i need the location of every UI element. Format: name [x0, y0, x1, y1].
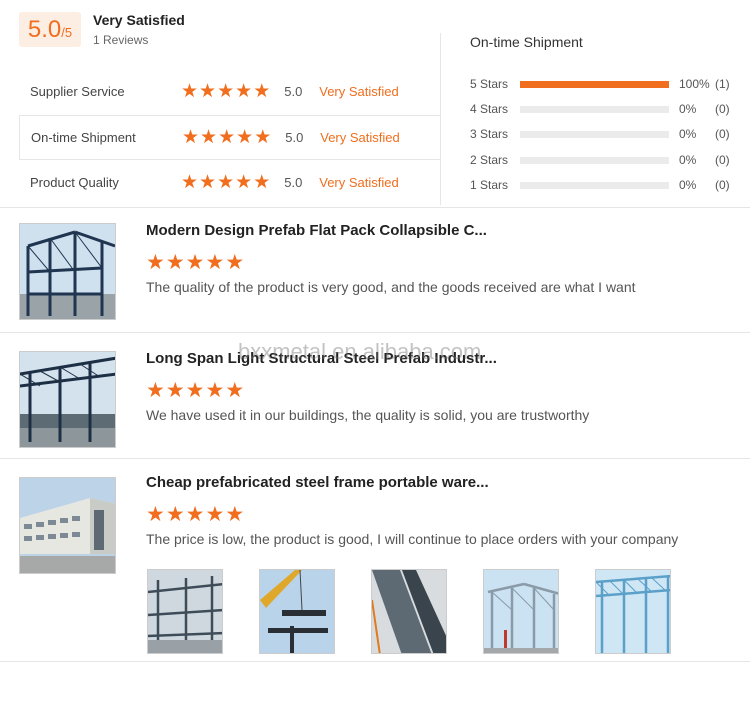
star-icon: ★	[253, 80, 271, 102]
star-icon: ★	[146, 502, 165, 526]
product-title[interactable]: Cheap prefabricated steel frame portable…	[146, 474, 489, 491]
star-icon: ★	[205, 378, 225, 402]
star-icon: ★	[218, 126, 236, 148]
metric-score: 5.0	[284, 175, 303, 190]
distribution-bar	[520, 156, 669, 164]
metric-label: Supplier Service	[30, 84, 125, 99]
product-star-rating: ★ ★ ★ ★ ★	[146, 252, 244, 273]
star-icon: ★	[199, 171, 217, 193]
star-icon: ★	[181, 171, 199, 193]
review-count: 1 Reviews	[93, 33, 149, 47]
metric-row-supplier-service: Supplier Service ★ ★ ★ ★ ★ 5.0 Very Satisfie…	[19, 69, 441, 114]
overall-score: 5.0	[27, 16, 62, 43]
section-divider	[0, 332, 750, 333]
distribution-label: 2 Stars	[470, 153, 509, 167]
star-icon: ★	[217, 171, 235, 193]
metric-description: Very Satisfied	[319, 175, 399, 190]
star-icon: ★	[254, 126, 272, 148]
star-icon: ★	[185, 250, 205, 274]
star-icon: ★	[235, 80, 253, 102]
star-icon: ★	[182, 126, 200, 148]
distribution-count: (0)	[715, 102, 730, 116]
product-thumbnail[interactable]	[19, 223, 116, 320]
star-icon: ★	[217, 80, 235, 102]
distribution-row: 1 Stars 0% (0)	[470, 176, 735, 194]
product-star-rating: ★ ★ ★ ★ ★	[146, 380, 244, 401]
product-thumbnail[interactable]	[19, 351, 116, 448]
section-divider	[0, 458, 750, 459]
distribution-bar	[520, 105, 669, 113]
star-icon: ★	[185, 378, 205, 402]
star-icon: ★	[205, 502, 225, 526]
star-rating: ★ ★ ★ ★ ★	[182, 128, 271, 147]
star-icon: ★	[236, 126, 254, 148]
metric-row-on-time-shipment[interactable]: On-time Shipment ★ ★ ★ ★ ★ 5.0 Very Satisfie…	[19, 115, 441, 160]
review-photo[interactable]	[147, 569, 223, 654]
distribution-label: 4 Stars	[470, 102, 509, 116]
star-icon: ★	[165, 502, 185, 526]
distribution-row: 5 Stars 100% (1)	[470, 75, 735, 93]
star-icon: ★	[199, 80, 217, 102]
vertical-divider	[440, 33, 441, 205]
star-icon: ★	[253, 171, 271, 193]
distribution-label: 3 Stars	[470, 127, 509, 141]
distribution-count: (0)	[715, 127, 730, 141]
distribution-bar	[520, 181, 669, 189]
watermark: bxxmetal.en.alibaba.com	[238, 339, 482, 364]
star-icon: ★	[200, 126, 218, 148]
metric-label: Product Quality	[30, 175, 119, 190]
section-divider	[0, 207, 750, 208]
product-thumbnail[interactable]	[19, 477, 116, 574]
distribution-row: 4 Stars 0% (0)	[470, 100, 735, 118]
star-icon: ★	[185, 502, 205, 526]
distribution-percent: 0%	[679, 178, 697, 192]
distribution-percent: 100%	[679, 77, 710, 91]
distribution-count: (1)	[715, 77, 730, 91]
metric-score: 5.0	[284, 84, 303, 99]
review-photo[interactable]	[595, 569, 671, 654]
product-title[interactable]: Modern Design Prefab Flat Pack Collapsib…	[146, 222, 487, 239]
distribution-count: (0)	[715, 178, 730, 192]
overall-rating-label: Very Satisfied	[93, 12, 185, 28]
product-star-rating: ★ ★ ★ ★ ★	[146, 504, 244, 525]
star-icon: ★	[225, 250, 245, 274]
distribution-bar-fill	[520, 80, 669, 88]
star-icon: ★	[181, 80, 199, 102]
star-icon: ★	[146, 378, 165, 402]
metric-description: Very Satisfied	[319, 84, 399, 99]
star-icon: ★	[205, 250, 225, 274]
metric-description: Very Satisfied	[320, 130, 400, 145]
review-photo[interactable]	[259, 569, 335, 654]
distribution-label: 5 Stars	[470, 77, 509, 91]
star-icon: ★	[165, 378, 185, 402]
distribution-row: 3 Stars 0% (0)	[470, 125, 735, 143]
distribution-label: 1 Stars	[470, 178, 509, 192]
distribution-percent: 0%	[679, 102, 697, 116]
overall-score-denominator: /5	[61, 25, 73, 40]
star-icon: ★	[225, 378, 245, 402]
review-text: The quality of the product is very good,…	[146, 279, 636, 295]
metric-row-product-quality: Product Quality ★ ★ ★ ★ ★ 5.0 Very Satisfied	[19, 160, 441, 205]
section-divider	[0, 661, 750, 662]
star-icon: ★	[225, 502, 245, 526]
review-photo[interactable]	[371, 569, 447, 654]
metric-score: 5.0	[285, 130, 304, 145]
star-rating: ★ ★ ★ ★ ★	[181, 82, 270, 101]
distribution-count: (0)	[715, 153, 730, 167]
review-text: We have used it in our buildings, the qu…	[146, 407, 590, 423]
distribution-bar	[520, 130, 669, 138]
star-rating: ★ ★ ★ ★ ★	[181, 173, 270, 192]
distribution-row: 2 Stars 0% (0)	[470, 151, 735, 169]
review-text: The price is low, the product is good, I…	[146, 531, 679, 547]
star-icon: ★	[146, 250, 165, 274]
distribution-percent: 0%	[679, 153, 697, 167]
star-icon: ★	[235, 171, 253, 193]
overall-score-badge: 5.0/5	[19, 12, 81, 47]
metric-label: On-time Shipment	[31, 130, 136, 145]
review-photo[interactable]	[483, 569, 559, 654]
distribution-title: On-time Shipment	[470, 34, 583, 50]
distribution-percent: 0%	[679, 127, 697, 141]
star-icon: ★	[165, 250, 185, 274]
distribution-bar	[520, 80, 669, 88]
